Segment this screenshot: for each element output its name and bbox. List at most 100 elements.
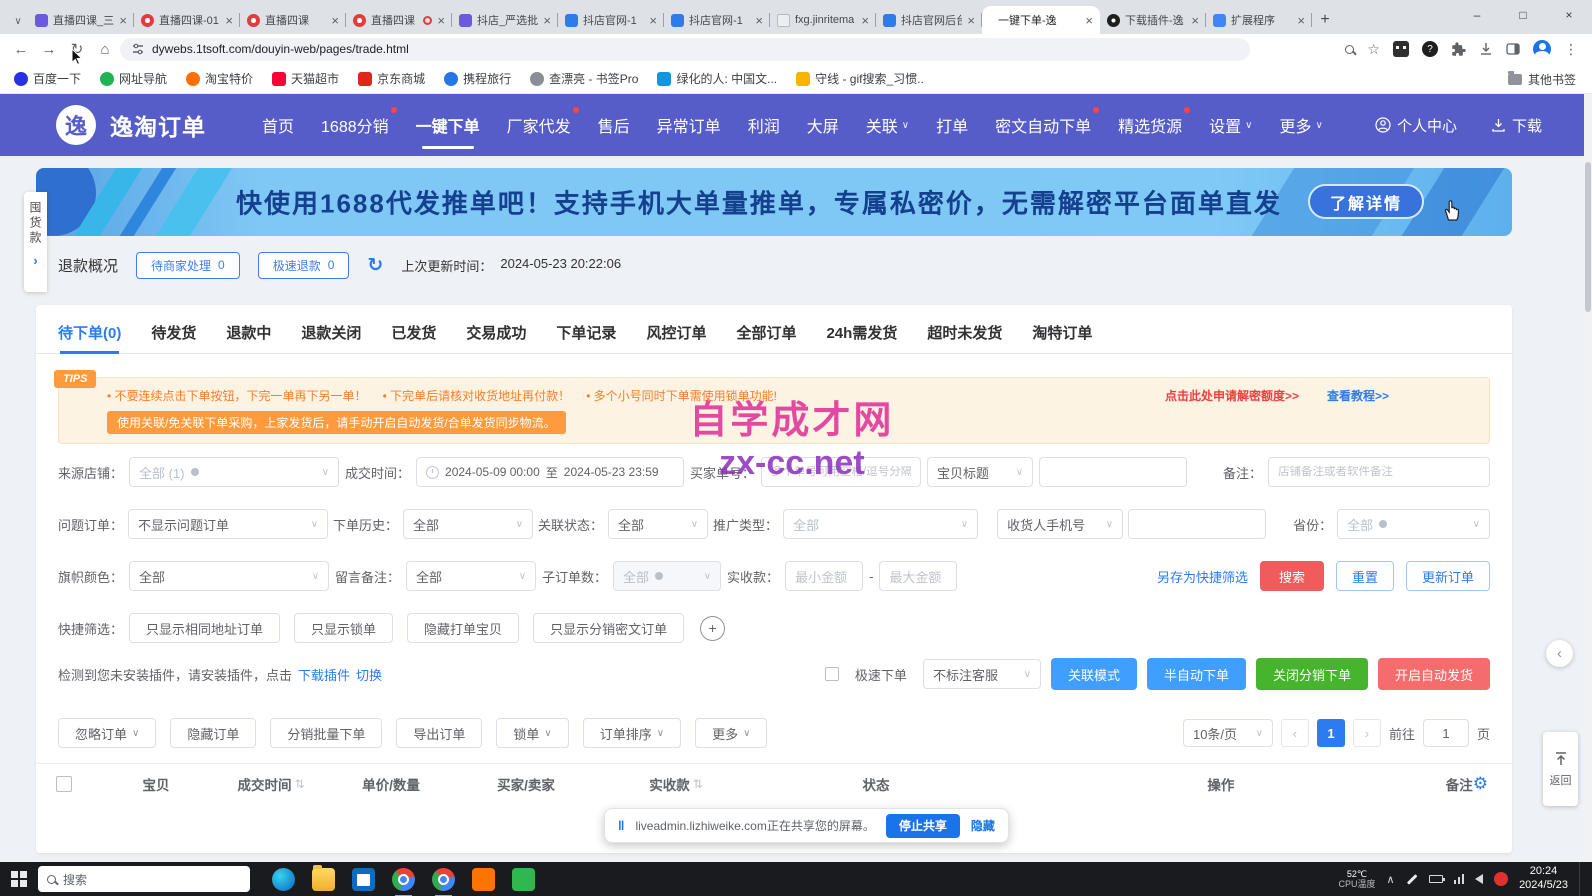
- tab-close-icon[interactable]: ×: [119, 13, 127, 28]
- browser-tab[interactable]: 一键下单-逸 ×: [982, 6, 1100, 34]
- order-status-tab[interactable]: 待发货: [151, 322, 196, 353]
- app-menu-item[interactable]: 打单: [936, 94, 968, 156]
- bookmark-item[interactable]: 百度一下: [14, 70, 81, 87]
- download-link[interactable]: 下载: [1491, 115, 1542, 136]
- quick-filter-pill[interactable]: 只显示锁单: [294, 613, 393, 643]
- table-column-header[interactable]: 操作: [996, 774, 1446, 794]
- browser-tab[interactable]: fxg.jinritema ×: [770, 6, 876, 34]
- fast-order-checkbox[interactable]: [825, 667, 839, 681]
- app-menu-item[interactable]: 1688分销: [321, 94, 389, 156]
- mode-button[interactable]: 关联模式: [1051, 658, 1137, 690]
- collapse-panel-button[interactable]: ‹: [1546, 640, 1573, 667]
- browser-tab[interactable]: 抖店官网-1 ×: [664, 6, 770, 34]
- download-plugin-link[interactable]: 下载插件: [298, 665, 350, 684]
- browser-tab[interactable]: 抖店_严选批 ×: [452, 6, 558, 34]
- url-bar[interactable]: dywebs.1tsoft.com/douyin-web/pages/trade…: [120, 38, 1250, 61]
- search-button[interactable]: 搜索: [1260, 561, 1324, 591]
- order-status-tab[interactable]: 淘特订单: [1032, 322, 1092, 353]
- bookmark-item[interactable]: 网址导航: [100, 70, 167, 87]
- order-status-tab[interactable]: 退款中: [226, 322, 271, 353]
- receiver-phone-field[interactable]: [1128, 509, 1266, 539]
- bookmark-item[interactable]: 绿化的人: 中国文...: [657, 70, 777, 87]
- tab-close-icon[interactable]: ×: [543, 13, 551, 28]
- bookmark-item[interactable]: 携程旅行: [444, 70, 511, 87]
- paid-min-field[interactable]: 最小金额: [785, 561, 863, 591]
- reload-icon[interactable]: ↻: [64, 40, 90, 58]
- browser-tab[interactable]: 直播四课_三 ×: [28, 6, 134, 34]
- next-page-button[interactable]: ›: [1353, 719, 1381, 747]
- order-history-select[interactable]: 全部 ∨: [403, 509, 533, 539]
- app-menu-item[interactable]: 首页: [262, 94, 294, 156]
- source-shop-select[interactable]: 全部 (1) ∨: [129, 457, 339, 487]
- tray-expand-icon[interactable]: ∧: [1387, 873, 1395, 886]
- flag-color-select[interactable]: 全部 ∨: [129, 561, 329, 591]
- taskbar-clock[interactable]: 20:24 2024/5/23: [1519, 865, 1568, 893]
- bookmark-item[interactable]: 淘宝特价: [186, 70, 253, 87]
- browser-tab[interactable]: 抖店官网后台 ×: [876, 6, 982, 34]
- bulk-action-button[interactable]: 分销批量下单: [270, 718, 382, 748]
- app-menu-item[interactable]: 设置 ∨: [1209, 94, 1252, 156]
- side-panel-icon[interactable]: [1506, 42, 1520, 56]
- table-column-header[interactable]: 买家/卖家: [456, 774, 596, 794]
- bookmark-star-icon[interactable]: ☆: [1367, 41, 1380, 58]
- problem-order-select[interactable]: 不显示问题订单 ∨: [128, 509, 328, 539]
- browser-menu-icon[interactable]: ⋮: [1564, 41, 1578, 58]
- page-scrollbar[interactable]: [1584, 94, 1592, 862]
- buyer-order-no-input[interactable]: [771, 466, 911, 478]
- order-status-tab[interactable]: 待下单(0): [58, 322, 121, 353]
- sort-icon[interactable]: ⇅: [294, 777, 304, 791]
- bookmark-item[interactable]: 京东商城: [358, 70, 425, 87]
- window-close-button[interactable]: ×: [1546, 8, 1592, 22]
- start-button[interactable]: [11, 871, 27, 887]
- window-maximize-button[interactable]: □: [1500, 8, 1546, 22]
- title-keyword-input[interactable]: [1049, 466, 1177, 478]
- tab-close-icon[interactable]: ×: [861, 13, 869, 28]
- select-all-checkbox[interactable]: [56, 776, 72, 792]
- order-status-tab[interactable]: 风控订单: [646, 322, 706, 353]
- sort-icon[interactable]: ⇅: [693, 777, 703, 791]
- app-menu-item[interactable]: 更多 ∨: [1279, 94, 1322, 156]
- order-status-tab[interactable]: 下单记录: [556, 322, 616, 353]
- taskbar-app-icon[interactable]: [472, 868, 495, 891]
- column-settings-gear-icon[interactable]: ⚙: [1473, 774, 1488, 794]
- show-desktop-button[interactable]: [1579, 862, 1584, 896]
- service-mark-select[interactable]: 不标注客服 ∨: [923, 659, 1041, 689]
- bookmark-item[interactable]: 守线 - gif搜索_习惯..: [796, 70, 924, 87]
- current-page[interactable]: 1: [1317, 719, 1345, 747]
- hide-share-bar-link[interactable]: 隐藏: [971, 817, 995, 834]
- tab-close-icon[interactable]: ×: [331, 13, 339, 28]
- refresh-icon[interactable]: ↻: [367, 254, 383, 277]
- tab-close-icon[interactable]: ×: [967, 13, 975, 28]
- add-quick-filter-button[interactable]: +: [700, 616, 725, 641]
- window-minimize-button[interactable]: –: [1454, 8, 1500, 22]
- title-type-select[interactable]: 宝贝标题 ∨: [927, 457, 1033, 487]
- app-menu-item[interactable]: 利润: [748, 94, 780, 156]
- browser-tab[interactable]: 扩展程序 ×: [1206, 6, 1312, 34]
- suborder-count-select[interactable]: 全部 ∨: [613, 561, 721, 591]
- quick-filter-pill[interactable]: 只显示相同地址订单: [129, 613, 280, 643]
- browser-tab[interactable]: 直播四课 ×: [240, 6, 346, 34]
- mode-button[interactable]: 半自动下单: [1147, 658, 1246, 690]
- promo-type-select[interactable]: 全部 ∨: [783, 509, 978, 539]
- goto-page-input[interactable]: [1423, 719, 1469, 747]
- stock-payment-side-tab[interactable]: 囤货款 ›: [24, 192, 47, 292]
- tab-close-icon[interactable]: ×: [1297, 13, 1305, 28]
- buyer-order-no-field[interactable]: [761, 457, 921, 487]
- tab-search-icon[interactable]: ∨: [8, 8, 28, 34]
- bookmark-item[interactable]: 查漂亮 - 书签Pro: [530, 70, 638, 87]
- message-remark-select[interactable]: 全部 ∨: [406, 561, 536, 591]
- other-bookmarks-folder[interactable]: 其他书签: [1508, 64, 1576, 94]
- bulk-action-button[interactable]: 隐藏订单: [170, 718, 256, 748]
- tab-close-icon[interactable]: ×: [1191, 13, 1199, 28]
- pending-merchant-button[interactable]: 待商家处理 0: [136, 252, 240, 279]
- tab-close-icon[interactable]: ×: [437, 13, 445, 28]
- receiver-phone-select[interactable]: 收货人手机号 ∨: [997, 509, 1123, 539]
- app-menu-item[interactable]: 售后: [598, 94, 630, 156]
- switch-plugin-link[interactable]: 切换: [356, 665, 382, 684]
- extensions-puzzle-icon[interactable]: [1451, 42, 1466, 57]
- new-tab-button[interactable]: +: [1312, 7, 1338, 33]
- back-to-top-button[interactable]: 返回: [1543, 732, 1578, 806]
- order-status-tab[interactable]: 已发货: [391, 322, 436, 353]
- help-extension-icon[interactable]: ?: [1422, 41, 1438, 57]
- banner-detail-button[interactable]: 了解详情: [1308, 184, 1424, 219]
